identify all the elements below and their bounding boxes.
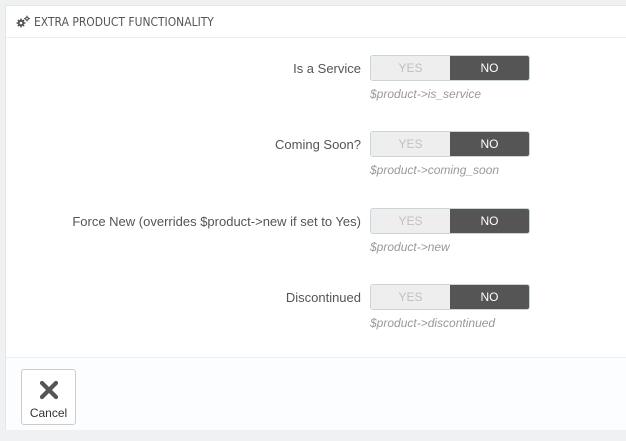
- extra-product-panel: EXTRA PRODUCT FUNCTIONALITY Is a Service…: [5, 5, 626, 430]
- cancel-button[interactable]: Cancel: [21, 369, 76, 425]
- close-icon: [39, 380, 59, 400]
- help-text-is-service: $product->is_service: [370, 87, 482, 101]
- cancel-label: Cancel: [29, 406, 68, 420]
- switch-force-new[interactable]: YES NO: [370, 208, 530, 234]
- help-text-force-new: $product->new: [370, 240, 450, 254]
- panel-heading: EXTRA PRODUCT FUNCTIONALITY: [6, 6, 626, 38]
- field-label-coming-soon: Coming Soon?: [275, 137, 361, 152]
- switch-no-option[interactable]: NO: [450, 209, 529, 233]
- form-row-coming-soon: Coming Soon? YES NO $product->coming_soo…: [6, 131, 626, 181]
- switch-is-service[interactable]: YES NO: [370, 55, 530, 81]
- switch-no-option[interactable]: NO: [450, 285, 529, 309]
- switch-no-option[interactable]: NO: [450, 56, 529, 80]
- switch-yes-option[interactable]: YES: [371, 56, 450, 80]
- cogs-icon: [16, 15, 30, 29]
- switch-no-option[interactable]: NO: [450, 132, 529, 156]
- form-row-force-new: Force New (overrides $product->new if se…: [6, 208, 626, 258]
- form-row-is-service: Is a Service YES NO $product->is_service: [6, 55, 626, 105]
- switch-coming-soon[interactable]: YES NO: [370, 131, 530, 157]
- field-label-force-new: Force New (overrides $product->new if se…: [72, 214, 361, 229]
- help-text-discontinued: $product->discontinued: [370, 316, 496, 330]
- panel-footer: Cancel: [6, 357, 626, 430]
- switch-yes-option[interactable]: YES: [371, 209, 450, 233]
- switch-discontinued[interactable]: YES NO: [370, 284, 530, 310]
- field-label-discontinued: Discontinued: [285, 290, 361, 305]
- field-label-is-service: Is a Service: [293, 61, 361, 76]
- help-text-coming-soon: $product->coming_soon: [370, 163, 500, 177]
- form-row-discontinued: Discontinued YES NO $product->discontinu…: [6, 284, 626, 334]
- switch-yes-option[interactable]: YES: [371, 285, 450, 309]
- panel-title: EXTRA PRODUCT FUNCTIONALITY: [34, 14, 214, 29]
- switch-yes-option[interactable]: YES: [371, 132, 450, 156]
